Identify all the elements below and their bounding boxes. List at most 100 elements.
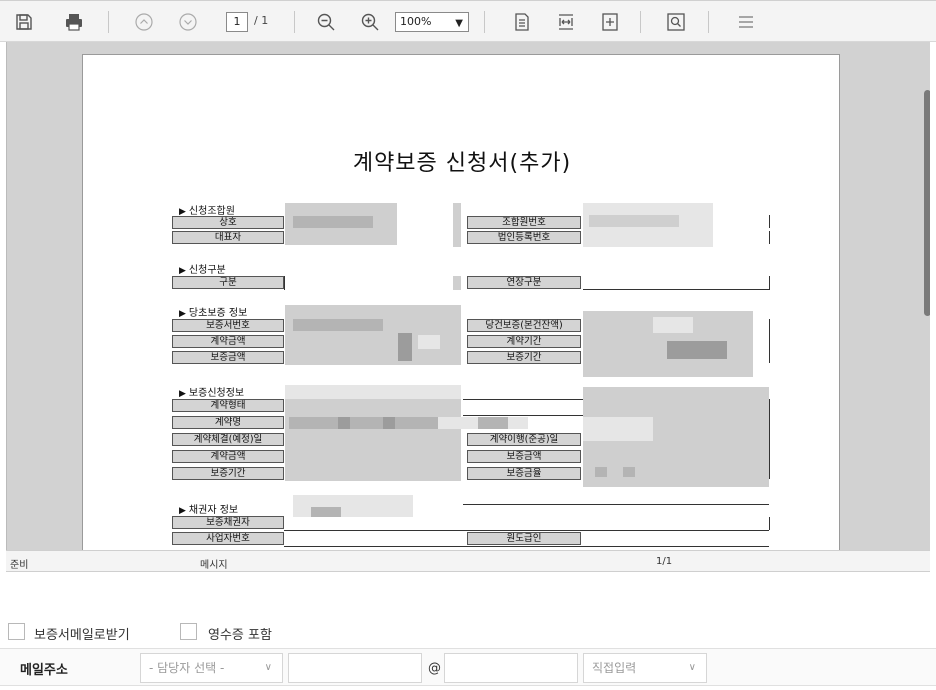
label-guarantee-amount2: 보증금액 — [467, 450, 581, 463]
receipt-checkbox[interactable] — [180, 623, 197, 640]
mail-checkbox-label: 보증서메일로받기 — [34, 628, 130, 643]
redacted-field — [293, 319, 383, 331]
toolbar-separator — [708, 11, 709, 33]
bracket-line — [769, 215, 770, 228]
email-id-input[interactable] — [288, 653, 422, 683]
status-message: 메시지 — [200, 560, 228, 571]
redacted-field — [653, 317, 693, 333]
prev-page-icon[interactable] — [134, 12, 154, 32]
chevron-down-icon: ∨ — [264, 662, 272, 673]
redacted-field — [583, 417, 653, 441]
label-contract-amount2: 계약금액 — [172, 450, 284, 463]
label-contract-form: 계약형태 — [172, 399, 284, 412]
label-guarantee-rate: 보증금율 — [467, 467, 581, 480]
document-title: 계약보증 신청서(추가) — [352, 151, 572, 176]
label-subcontract: 원도급인 — [467, 532, 581, 545]
label-extension: 연장구분 — [467, 276, 581, 289]
label-original-balance: 당건보증(본건잔액) — [467, 319, 581, 332]
label-ceo: 대표자 — [172, 231, 284, 244]
label-contract-name: 계약명 — [172, 416, 284, 429]
person-select[interactable]: - 담당자 선택 - ∨ — [140, 653, 283, 683]
vertical-scrollbar[interactable] — [924, 90, 930, 316]
toolbar-separator — [108, 11, 109, 33]
actual-size-icon[interactable] — [600, 12, 620, 32]
domain-select[interactable]: 직접입력 ∨ — [583, 653, 707, 683]
redacted-field — [383, 417, 395, 429]
zoom-out-icon[interactable] — [316, 12, 336, 32]
label-contract-date: 계약체결(예정)일 — [172, 433, 284, 446]
redacted-field — [589, 215, 679, 227]
redacted-field — [595, 467, 607, 477]
mail-address-label: 메일주소 — [20, 663, 68, 678]
zoom-in-icon[interactable] — [360, 12, 380, 32]
field-line — [284, 530, 769, 531]
chevron-down-icon: ▼ — [455, 18, 463, 29]
redacted-field — [667, 341, 727, 359]
redacted-field — [453, 276, 461, 290]
redacted-field — [285, 399, 461, 481]
print-icon[interactable] — [64, 12, 84, 32]
redacted-field — [418, 335, 440, 349]
label-guarantee-amount: 보증금액 — [172, 351, 284, 364]
bracket-line — [769, 517, 770, 530]
label-creditor: 보증채권자 — [172, 516, 284, 529]
search-icon[interactable] — [666, 12, 686, 32]
zoom-select[interactable]: 100% ▼ — [395, 12, 469, 32]
bracket-line — [769, 399, 770, 479]
label-guarantee-period: 보증기간 — [467, 351, 581, 364]
field-line — [463, 504, 769, 505]
label-corp-no: 법인등록번호 — [467, 231, 581, 244]
toolbar-separator — [640, 11, 641, 33]
menu-icon[interactable] — [736, 12, 756, 32]
label-company: 상호 — [172, 216, 284, 229]
fit-page-icon[interactable] — [512, 12, 532, 32]
domain-select-value: 직접입력 — [592, 661, 637, 675]
toolbar-separator — [484, 11, 485, 33]
field-line — [583, 289, 769, 290]
receipt-checkbox-label: 영수증 포함 — [208, 628, 272, 643]
redacted-field — [311, 507, 341, 517]
label-guarantee-period2: 보증기간 — [172, 467, 284, 480]
bracket-line — [284, 276, 285, 290]
fit-width-icon[interactable] — [556, 12, 576, 32]
label-contract-amount: 계약금액 — [172, 335, 284, 348]
redacted-field — [623, 467, 635, 477]
chevron-down-icon: ∨ — [688, 662, 696, 673]
label-business-no: 사업자번호 — [172, 532, 284, 545]
redacted-field — [289, 417, 439, 429]
redacted-field — [398, 333, 412, 361]
mail-checkbox[interactable] — [8, 623, 25, 640]
document-viewer[interactable]: 계약보증 신청서(추가) ▶ 신청조합원 상호 대표자 조합원번호 법인등록번호 … — [6, 42, 930, 550]
redacted-field — [453, 203, 461, 247]
save-icon[interactable] — [14, 12, 34, 32]
mail-address-row: 메일주소 - 담당자 선택 - ∨ @ 직접입력 ∨ — [0, 648, 936, 686]
redacted-field — [285, 385, 461, 399]
page-total-label: / 1 — [254, 14, 269, 27]
toolbar-separator — [294, 11, 295, 33]
field-line — [284, 546, 769, 547]
label-guarantee-no: 보증서번호 — [172, 319, 284, 332]
person-select-value: - 담당자 선택 - — [149, 661, 225, 675]
next-page-icon[interactable] — [178, 12, 198, 32]
bracket-line — [769, 231, 770, 244]
label-contract-period: 계약기간 — [467, 335, 581, 348]
document-page: 계약보증 신청서(추가) ▶ 신청조합원 상호 대표자 조합원번호 법인등록번호 … — [82, 54, 840, 550]
status-state: 준비 — [10, 560, 29, 571]
status-pages: 1/1 — [656, 556, 673, 567]
viewer-toolbar: 1 / 1 100% ▼ — [0, 0, 936, 42]
redacted-field — [338, 417, 350, 429]
zoom-value: 100% — [400, 15, 432, 28]
section-applicant: ▶ 신청조합원 — [179, 206, 235, 217]
redacted-field — [293, 216, 373, 228]
section-type: ▶ 신청구분 — [179, 265, 226, 276]
section-original: ▶ 당초보증 정보 — [179, 308, 248, 319]
label-category: 구분 — [172, 276, 284, 289]
page-number-input[interactable]: 1 — [226, 12, 248, 32]
at-sign: @ — [428, 661, 441, 676]
label-member-no: 조합원번호 — [467, 216, 581, 229]
bracket-line — [769, 319, 770, 363]
label-fulfillment-date: 계약이행(준공)일 — [467, 433, 581, 446]
email-domain-input[interactable] — [444, 653, 578, 683]
section-creditor: ▶ 채권자 정보 — [179, 505, 239, 516]
redacted-field — [285, 305, 461, 319]
